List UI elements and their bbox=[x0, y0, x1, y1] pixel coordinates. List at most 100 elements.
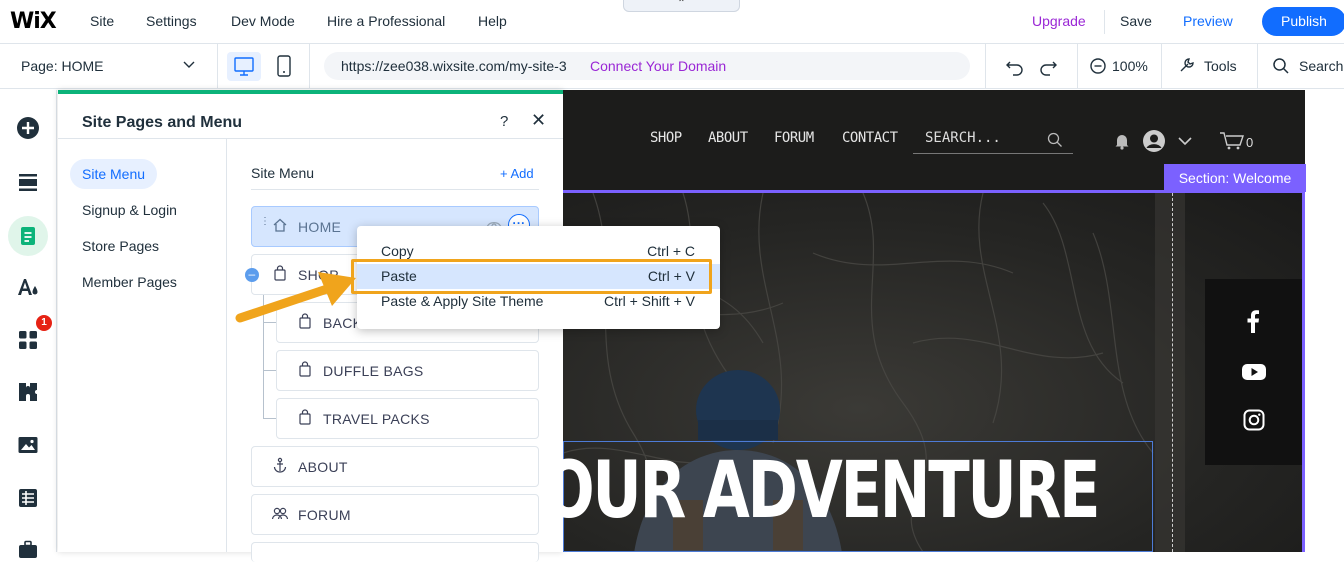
pages-menu-icon[interactable] bbox=[16, 224, 40, 248]
add-apps-icon[interactable] bbox=[16, 328, 40, 352]
site-search-placeholder: SEARCH... bbox=[925, 130, 1001, 146]
divider bbox=[1161, 44, 1162, 89]
section-label[interactable]: Section: Welcome bbox=[1164, 164, 1306, 192]
menu-item-label: ABOUT bbox=[298, 458, 348, 475]
add-page-button[interactable]: + Add bbox=[500, 166, 534, 181]
divider bbox=[251, 189, 539, 190]
site-design-icon[interactable] bbox=[16, 275, 40, 299]
bell-icon[interactable] bbox=[1113, 132, 1131, 155]
paste-highlight-box bbox=[351, 259, 712, 294]
zoom-level[interactable]: 100% bbox=[1112, 58, 1148, 74]
notification-badge: 1 bbox=[36, 315, 52, 331]
home-icon bbox=[270, 217, 290, 236]
category-member-pages[interactable]: Member Pages bbox=[70, 267, 189, 297]
add-elements-icon[interactable] bbox=[16, 116, 40, 140]
divider bbox=[309, 44, 310, 89]
menu-item-label: FORUM bbox=[298, 506, 351, 523]
shopping-bag-icon bbox=[295, 361, 315, 380]
top-bar: WiX Site Settings Dev Mode Hire a Profes… bbox=[0, 0, 1344, 44]
desktop-view-button[interactable] bbox=[227, 52, 261, 81]
search-icon bbox=[1047, 132, 1063, 153]
wix-logo[interactable]: WiX bbox=[10, 9, 57, 34]
search-button[interactable]: Search bbox=[1299, 58, 1343, 74]
divider bbox=[1077, 44, 1078, 89]
category-signup-login[interactable]: Signup & Login bbox=[70, 195, 189, 225]
anchor-icon bbox=[270, 457, 290, 476]
cart-count: 0 bbox=[1246, 135, 1254, 150]
upgrade-link[interactable]: Upgrade bbox=[1032, 13, 1086, 29]
search-icon bbox=[1272, 57, 1290, 80]
members-icon bbox=[270, 505, 290, 524]
cms-icon[interactable] bbox=[16, 486, 40, 510]
context-menu-label: Copy bbox=[381, 243, 414, 259]
context-menu-shortcut: Ctrl + C bbox=[647, 243, 695, 259]
site-url: https://zee038.wixsite.com/my-site-3 bbox=[341, 58, 567, 74]
preview-button[interactable]: Preview bbox=[1183, 13, 1233, 29]
menu-item-travel-packs[interactable]: TRAVEL PACKS bbox=[276, 398, 539, 439]
annotation-arrow-icon bbox=[234, 262, 364, 332]
business-tools-icon[interactable] bbox=[16, 380, 40, 404]
media-icon[interactable] bbox=[16, 433, 40, 457]
divider bbox=[985, 44, 986, 89]
chevron-down-icon[interactable] bbox=[1177, 134, 1193, 152]
context-menu-shortcut: Ctrl + Shift + V bbox=[603, 293, 695, 309]
chevron-up-icon: ⌃ bbox=[677, 0, 686, 9]
shopping-bag-icon bbox=[295, 409, 315, 428]
divider bbox=[1257, 44, 1258, 89]
chevron-down-icon[interactable] bbox=[182, 57, 196, 74]
editor-toolbar: Page: HOME https://zee038.wixsite.com/my… bbox=[0, 44, 1344, 89]
category-site-menu[interactable]: Site Menu bbox=[70, 159, 158, 189]
menu-settings[interactable]: Settings bbox=[146, 13, 197, 29]
undo-button[interactable] bbox=[1004, 56, 1026, 83]
menu-item-label: HOME bbox=[298, 218, 342, 235]
menu-item-label: TRAVEL PACKS bbox=[323, 410, 430, 427]
undo-icon bbox=[1006, 61, 1023, 76]
redo-button[interactable] bbox=[1037, 56, 1059, 83]
divider bbox=[1104, 10, 1105, 34]
page-dropdown[interactable]: Page: HOME bbox=[21, 58, 103, 74]
menu-item-partial[interactable] bbox=[251, 542, 539, 562]
category-store-pages[interactable]: Store Pages bbox=[70, 231, 171, 261]
close-icon[interactable]: ✕ bbox=[531, 110, 546, 131]
menu-help[interactable]: Help bbox=[478, 13, 507, 29]
menu-site[interactable]: Site bbox=[90, 13, 114, 29]
menu-item-duffle-bags[interactable]: DUFFLE BAGS bbox=[276, 350, 539, 391]
left-rail: 1 bbox=[0, 90, 57, 558]
redo-icon bbox=[1040, 61, 1057, 76]
desktop-icon bbox=[234, 57, 254, 76]
add-page-label: Add bbox=[510, 166, 534, 181]
menu-item-forum[interactable]: FORUM bbox=[251, 494, 539, 535]
publish-button[interactable]: Publish bbox=[1262, 7, 1344, 36]
divider bbox=[217, 44, 218, 89]
portfolio-icon[interactable] bbox=[16, 538, 40, 562]
tree-line bbox=[263, 418, 276, 419]
add-section-icon[interactable] bbox=[16, 170, 40, 194]
mobile-icon bbox=[277, 55, 291, 77]
site-nav-about[interactable]: ABOUT bbox=[708, 130, 748, 146]
avatar[interactable] bbox=[1142, 129, 1166, 158]
panel-title: Site Pages and Menu bbox=[82, 114, 243, 131]
connect-domain-link[interactable]: Connect Your Domain bbox=[590, 58, 726, 74]
site-nav-contact[interactable]: CONTACT bbox=[842, 130, 898, 146]
plus-icon: + bbox=[500, 166, 511, 181]
mobile-view-button[interactable] bbox=[276, 55, 292, 77]
panel-categories: Site Menu Signup & Login Store Pages Mem… bbox=[58, 139, 227, 552]
cart-icon[interactable] bbox=[1219, 130, 1245, 155]
zoom-out-icon[interactable] bbox=[1089, 57, 1107, 80]
collapse-toolbar-tab[interactable]: ⌃ bbox=[623, 0, 740, 12]
menu-hire-professional[interactable]: Hire a Professional bbox=[327, 13, 445, 29]
menu-dev-mode[interactable]: Dev Mode bbox=[231, 13, 295, 29]
save-button[interactable]: Save bbox=[1120, 13, 1152, 29]
menu-item-about[interactable]: ABOUT bbox=[251, 446, 539, 487]
menu-item-label: DUFFLE BAGS bbox=[323, 362, 424, 379]
help-button[interactable]: ? bbox=[500, 113, 508, 130]
tree-line bbox=[263, 370, 276, 371]
drag-handle-icon[interactable]: ⋮ bbox=[260, 217, 270, 227]
tools-button[interactable]: Tools bbox=[1204, 58, 1237, 74]
site-nav-forum[interactable]: FORUM bbox=[774, 130, 814, 146]
canvas-gutter bbox=[1305, 90, 1344, 552]
site-menu-heading: Site Menu bbox=[251, 165, 315, 181]
site-nav-shop[interactable]: SHOP bbox=[650, 130, 682, 146]
tools-icon bbox=[1178, 56, 1196, 79]
context-menu-label: Paste & Apply Site Theme bbox=[381, 293, 544, 309]
